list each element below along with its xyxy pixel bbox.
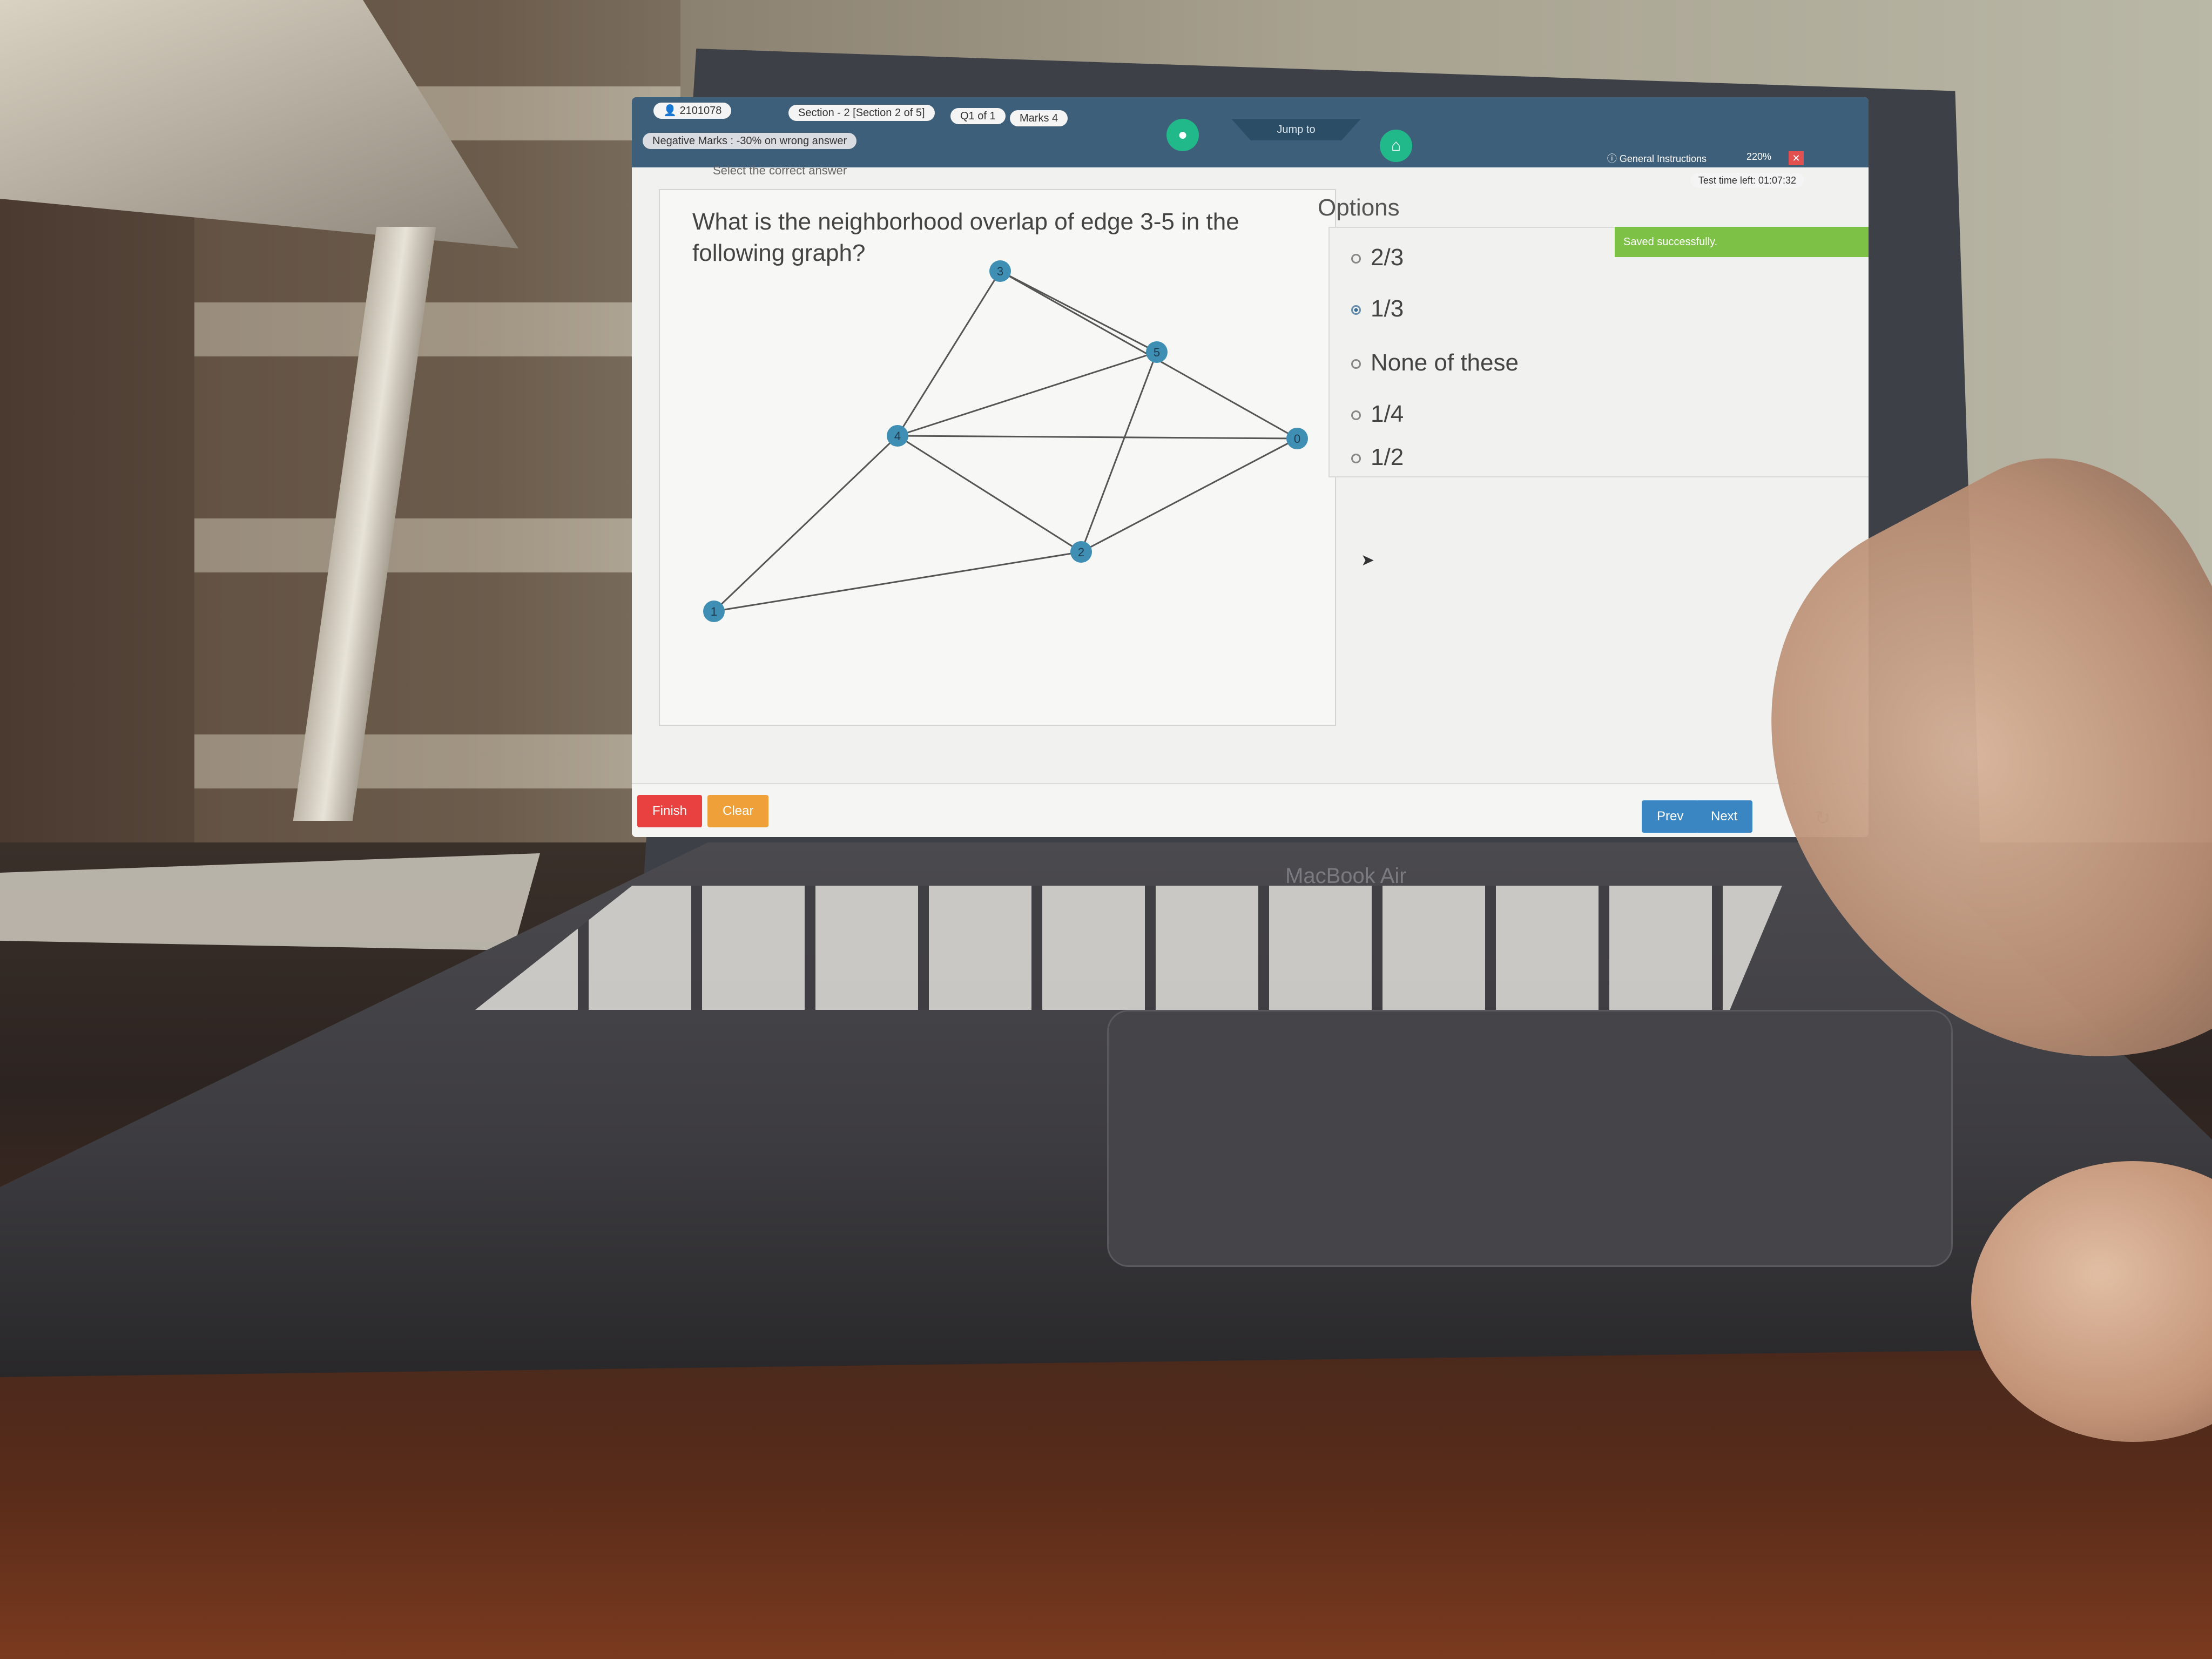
keyboard: [475, 886, 1782, 1010]
info-icon: ⓘ: [1607, 153, 1620, 164]
graph-edge-4-5: [897, 351, 1157, 437]
candidate-id-badge: 👤 2101078: [653, 103, 732, 119]
options-title: Options: [1318, 194, 1400, 221]
option-label: 1/3: [1371, 295, 1404, 322]
finish-button[interactable]: Finish: [637, 795, 703, 827]
option-label: None of these: [1371, 349, 1519, 376]
clear-button[interactable]: Clear: [707, 795, 769, 827]
radio-button[interactable]: [1351, 410, 1361, 421]
next-button[interactable]: Next: [1696, 800, 1753, 833]
close-icon[interactable]: ✕: [1789, 151, 1804, 165]
time-left: Test time left: 01:07:32: [1690, 173, 1804, 188]
question-counter: Q1 of 1: [950, 108, 1006, 124]
jump-to-button[interactable]: Jump to: [1231, 119, 1361, 140]
graph-edge-4-0: [897, 435, 1298, 440]
question-instruction: Select the correct answer: [713, 164, 847, 177]
graph-node-label-5: 5: [1154, 346, 1160, 359]
graph-node-label-2: 2: [1078, 545, 1084, 559]
home-icon[interactable]: ⌂: [1380, 130, 1412, 162]
graph-svg: 0 1 2 3 4 5: [703, 260, 1308, 622]
user-icon: 👤: [663, 105, 677, 117]
radio-button[interactable]: [1351, 254, 1361, 264]
option-2-3[interactable]: 2/3: [1351, 244, 1404, 271]
graph-node-label-0: 0: [1294, 432, 1300, 446]
graph-edge-3-5: [1000, 270, 1157, 353]
graph-node-label-1: 1: [711, 605, 717, 618]
graph-edge-0-2: [1081, 437, 1298, 553]
exam-screen: 👤 2101078 Section - 2 [Section 2 of 5] Q…: [632, 97, 1869, 837]
option-1-3[interactable]: 1/3: [1351, 295, 1404, 322]
options-box: 2/3 1/3 None of these 1/4 1/2: [1328, 227, 1869, 477]
graph-edge-3-4: [896, 271, 1001, 436]
laptop-brand: MacBook Air: [1285, 864, 1407, 888]
trackpad: [1107, 1010, 1953, 1267]
mouse-cursor-icon: ➤: [1361, 551, 1375, 569]
prev-button[interactable]: Prev: [1642, 800, 1699, 833]
graph-node-label-4: 4: [894, 429, 901, 443]
radio-button[interactable]: [1351, 454, 1361, 464]
candidate-id: 2101078: [679, 105, 722, 117]
graph-edge-4-2: [897, 435, 1082, 553]
chat-icon[interactable]: ●: [1166, 119, 1199, 151]
saved-toast: Saved successfully.: [1615, 227, 1869, 257]
marks-badge: Marks 4: [1010, 110, 1068, 126]
zoom-level[interactable]: 220%: [1746, 151, 1771, 163]
question-panel: What is the neighborhood overlap of edge…: [659, 189, 1336, 726]
graph-edge-4-1: [713, 435, 899, 612]
graph-edge-5-2: [1080, 352, 1158, 552]
general-instructions-link[interactable]: ⓘ General Instructions: [1607, 151, 1707, 165]
graph-diagram: 0 1 2 3 4 5: [660, 190, 1335, 727]
option-1-4[interactable]: 1/4: [1351, 401, 1404, 428]
negative-marks-badge: Negative Marks : -30% on wrong answer: [643, 133, 857, 149]
section-badge[interactable]: Section - 2 [Section 2 of 5]: [788, 105, 935, 121]
option-none[interactable]: None of these: [1351, 349, 1519, 376]
option-label: 2/3: [1371, 244, 1404, 271]
top-bar: 👤 2101078 Section - 2 [Section 2 of 5] Q…: [632, 97, 1869, 167]
option-label: 1/2: [1371, 444, 1404, 470]
graph-edge-1-2: [713, 551, 1082, 612]
general-instructions-label: General Instructions: [1619, 153, 1707, 164]
graph-node-label-3: 3: [997, 265, 1003, 278]
radio-button-selected[interactable]: [1351, 305, 1361, 315]
option-label: 1/4: [1371, 401, 1404, 427]
option-1-2[interactable]: 1/2: [1351, 444, 1404, 471]
radio-button[interactable]: [1351, 359, 1361, 369]
bottom-bar: Finish Clear Prev Next ↻: [632, 783, 1869, 837]
